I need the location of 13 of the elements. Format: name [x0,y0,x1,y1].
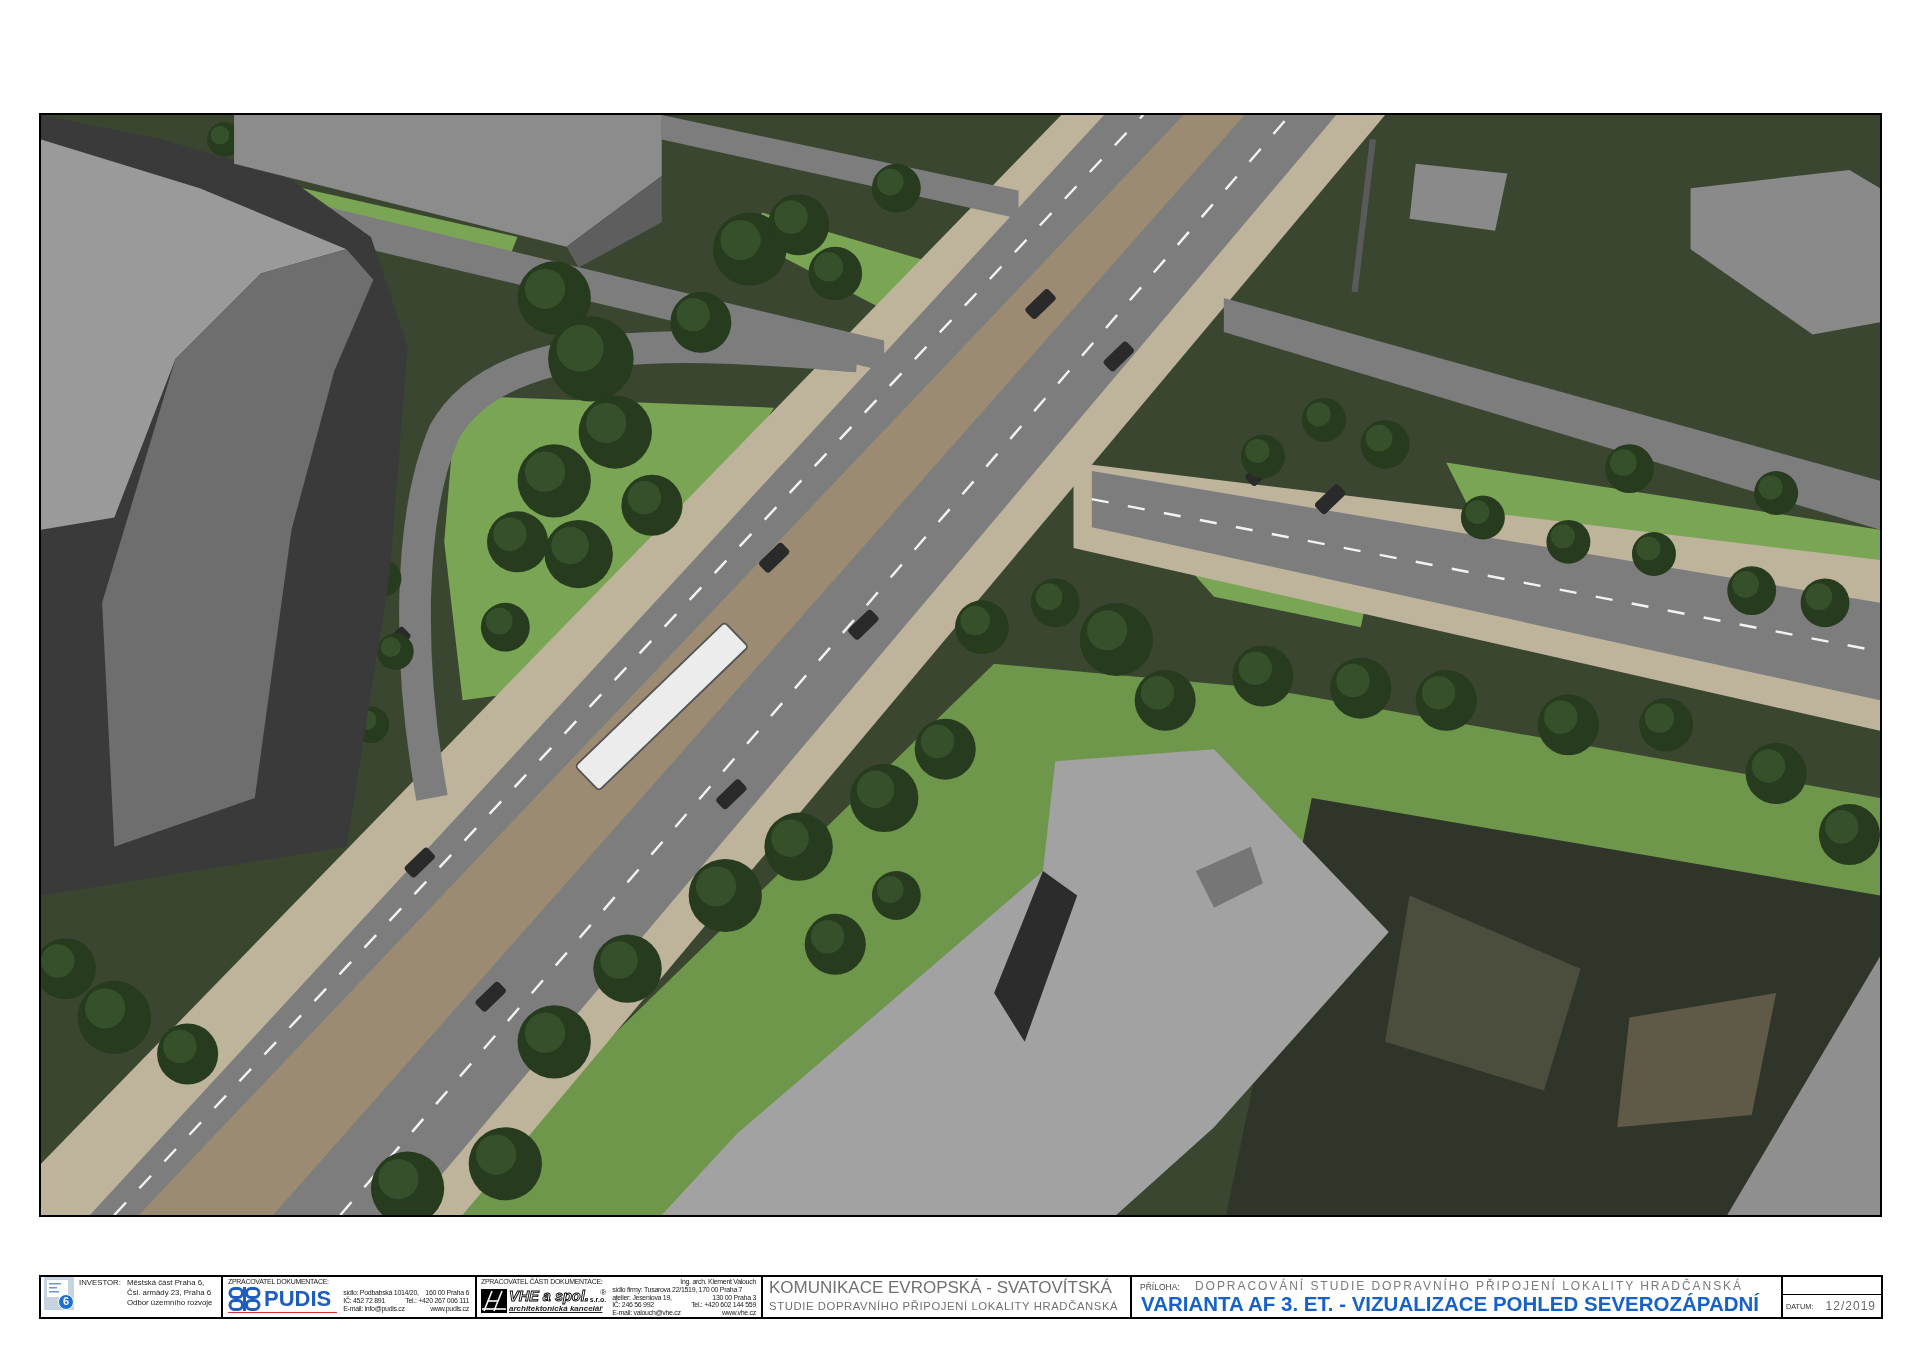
drawing-title: VARIANTA AF 3. ET. - VIZUALIZACE POHLED SEVEROZÁPADNÍ [1141,1293,1761,1315]
logo-text: VHE a spol. [509,1289,589,1304]
project-title: KOMUNIKACE EVROPSKÁ - SVATOVÍTSKÁ [769,1278,1113,1298]
logo-subtitle: architektonická kancelář [509,1304,604,1313]
study-title: DOPRACOVÁNÍ STUDIE DOPRAVNÍHO PŘIPOJENÍ LOKALITY HRADČANSKÁ [1195,1279,1744,1293]
date-value: 12/2019 [1825,1299,1876,1313]
project-subtitle: STUDIE DOPRAVNÍHO PŘIPOJENÍ LOKALITY HRADČANSKÁ [769,1299,1120,1314]
attachment-label: PŘÍLOHA: [1140,1282,1181,1292]
registered-mark: ® [600,1289,607,1296]
company-logo-icon [481,1289,507,1313]
company-logo-icon [228,1287,261,1311]
district-logo: 6 [44,1277,74,1310]
logo-text: PUDIS [264,1288,332,1310]
